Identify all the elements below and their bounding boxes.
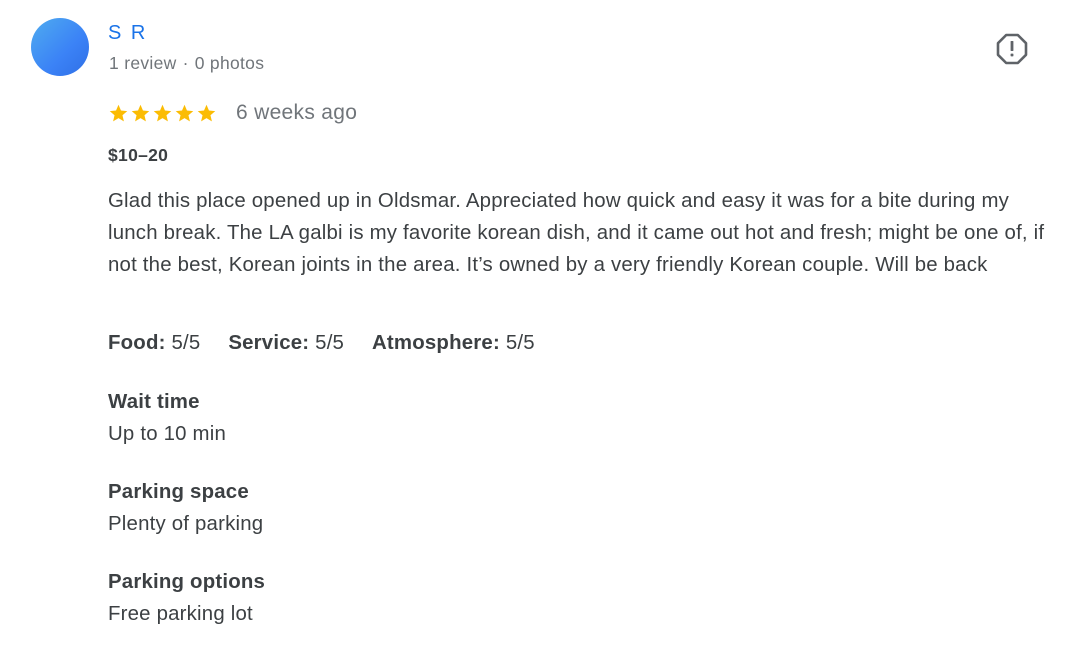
review-count: 1 review: [109, 53, 177, 73]
report-flag-icon: [996, 33, 1028, 65]
review-text: Glad this place opened up in Oldsmar. Ap…: [108, 190, 1045, 276]
star-icon: [175, 104, 194, 121]
star-icon: [109, 104, 128, 121]
attribute-wait-time: Wait time Up to 10 min: [108, 386, 226, 450]
attribute-value: Free parking lot: [108, 603, 253, 625]
sub-rating-service: Service: 5/5: [228, 332, 345, 354]
author-name[interactable]: S R: [108, 22, 147, 45]
review-card: S R 1 review · 0 photos 6 weeks ago $10–20…: [0, 0, 1076, 664]
attribute-value: Plenty of parking: [108, 513, 264, 535]
star-icon: [153, 104, 172, 121]
attribute-label: Parking options: [108, 571, 266, 593]
star-icon: [131, 104, 150, 121]
avatar[interactable]: [31, 18, 89, 76]
attribute-parking-options: Parking options Free parking lot: [108, 566, 265, 630]
meta-separator: ·: [182, 53, 189, 73]
attribute-label: Wait time: [108, 391, 200, 413]
sub-rating-food: Food: 5/5: [108, 332, 201, 354]
review-date: 6 weeks ago: [236, 101, 358, 124]
star-rating: [108, 103, 217, 124]
price-range: $10–20: [108, 145, 169, 165]
attribute-value: Up to 10 min: [108, 423, 227, 445]
report-button[interactable]: [996, 33, 1028, 65]
author-meta: 1 review · 0 photos: [109, 53, 264, 74]
sub-rating-atmosphere: Atmosphere: 5/5: [371, 332, 535, 354]
rating-row: 6 weeks ago: [108, 101, 357, 125]
star-icon: [197, 104, 216, 121]
attribute-label: Parking space: [108, 481, 249, 503]
photo-count: 0 photos: [194, 53, 265, 73]
sub-ratings: Food: 5/5 Service: 5/5 Atmosphere: 5/5: [108, 332, 557, 355]
attribute-parking-space: Parking space Plenty of parking: [108, 476, 263, 540]
